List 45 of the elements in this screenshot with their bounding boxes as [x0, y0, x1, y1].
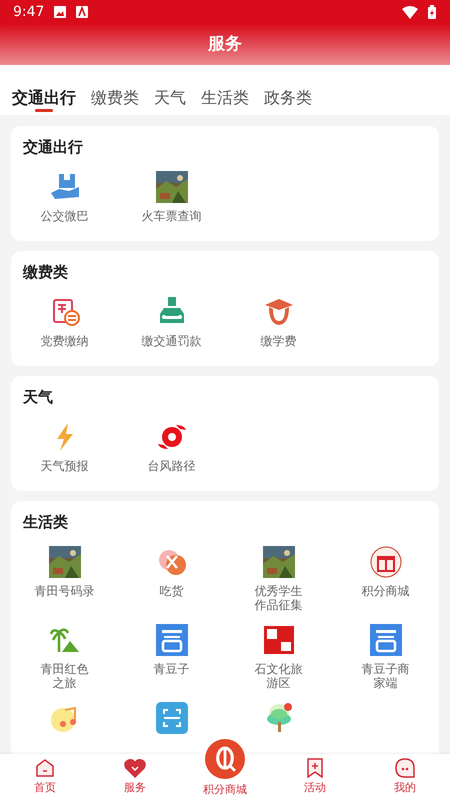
service-label[interactable]: 积分商城	[362, 584, 410, 598]
service-label[interactable]: 公交微巴	[40, 209, 88, 223]
chat-face-icon	[395, 758, 415, 778]
gift-icon	[370, 546, 402, 578]
page-title: 服务	[208, 33, 242, 55]
service-label[interactable]: 党费缴纳	[40, 334, 88, 348]
nav-item[interactable]: 活动	[270, 754, 360, 800]
category-tab[interactable]: 天气	[154, 65, 186, 112]
service-label[interactable]: 缴交通罚款	[142, 334, 202, 348]
category-tab[interactable]: 缴费类	[91, 65, 139, 112]
scan-icon	[156, 702, 188, 734]
wifi-icon	[402, 6, 418, 18]
service-label[interactable]: 缴学费	[260, 334, 296, 348]
letter-icon	[76, 6, 88, 18]
section-title: 交通出行	[23, 138, 84, 157]
battery-icon	[428, 5, 436, 19]
service-label[interactable]: 青田号码录	[34, 584, 94, 598]
service-label[interactable]: 石文化旅游区	[254, 662, 304, 690]
service-label[interactable]: 吃货	[160, 584, 184, 598]
category-tab[interactable]: 政务类	[264, 65, 312, 112]
service-label[interactable]: 火车票查询	[142, 209, 202, 223]
service-label[interactable]: 青豆子	[154, 662, 190, 676]
nav-item[interactable]: 首页	[0, 754, 90, 800]
service-label[interactable]: 优秀学生作品征集	[254, 584, 304, 612]
category-tab[interactable]: 生活类	[201, 65, 249, 112]
graduate-icon	[262, 296, 294, 328]
category-tab[interactable]: 交通出行	[12, 65, 76, 112]
bookmark-icon	[306, 758, 324, 778]
service-label[interactable]: 台风路径	[148, 459, 196, 473]
section-title: 生活类	[23, 513, 69, 532]
heart-icon	[124, 758, 146, 778]
service-label[interactable]: 天气预报	[40, 459, 88, 473]
image-icon	[54, 6, 66, 18]
app-tile-icon	[370, 624, 402, 656]
nav-item[interactable]: 服务	[90, 754, 180, 800]
q-logo-icon	[205, 739, 245, 779]
clock-time: 9:47	[13, 4, 44, 20]
section-title: 天气	[23, 388, 54, 407]
app-tile-icon	[156, 624, 188, 656]
tab-underline	[35, 109, 53, 112]
service-label[interactable]: 青豆子商家端	[360, 662, 410, 690]
service-label[interactable]: 青田红色之旅	[40, 662, 90, 690]
nav-item[interactable]: 我的	[360, 754, 450, 800]
section-title: 缴费类	[23, 263, 69, 282]
home-icon	[35, 758, 55, 778]
